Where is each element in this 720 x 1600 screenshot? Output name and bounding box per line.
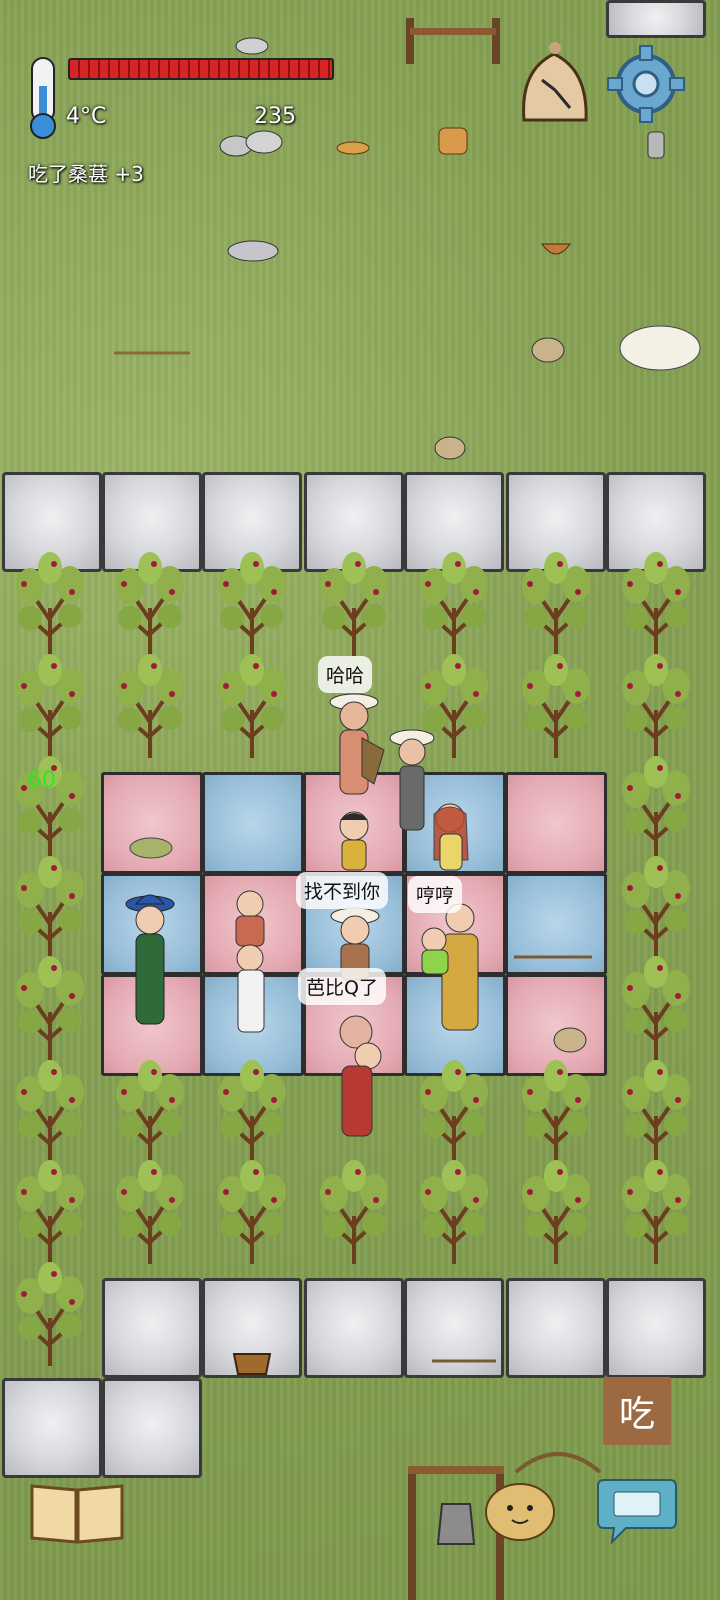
speech-bubble: 哼哼 — [408, 876, 463, 913]
game-world[interactable]: 哈哈 找不到你 哼哼 芭比Q了 60 — [0, 0, 720, 1600]
mulberry-bush[interactable] — [10, 852, 90, 962]
banana-bush[interactable] — [110, 1056, 190, 1166]
rabbit-item[interactable] — [538, 1020, 594, 1060]
speech-bubble: 找不到你 — [296, 872, 389, 909]
stone-wall-tile — [304, 1278, 404, 1378]
long-stick-item[interactable] — [112, 348, 192, 358]
health-bar — [68, 58, 334, 80]
temperature-label: 4°C — [66, 104, 107, 129]
woven-basket-item[interactable] — [230, 1346, 274, 1376]
stone-wall-tile — [102, 1378, 202, 1478]
mulberry-bush[interactable] — [616, 650, 696, 760]
rabbit-item[interactable] — [528, 330, 570, 366]
mulberry-bush[interactable] — [10, 548, 90, 658]
banana-bush[interactable] — [10, 1258, 90, 1368]
food-counter: 235 — [254, 104, 296, 129]
villager-pair[interactable] — [226, 886, 276, 1036]
banana-bush[interactable] — [212, 1156, 292, 1266]
flat-rock-item[interactable] — [226, 238, 280, 264]
mulberry-bush[interactable] — [616, 548, 696, 658]
stone-wall-tile — [506, 1278, 606, 1378]
banana-bush[interactable] — [110, 1156, 190, 1266]
last-action-message: 吃了桑葚 +3 — [28, 162, 144, 186]
mulberry-bush[interactable] — [616, 952, 696, 1062]
stone-wall-tile — [606, 1278, 706, 1378]
villager[interactable] — [424, 800, 478, 874]
banana-bush[interactable] — [414, 1156, 494, 1266]
stone-wall-tile — [102, 1278, 202, 1378]
mulberry-bush[interactable] — [212, 548, 292, 658]
banana-bush[interactable] — [516, 1156, 596, 1266]
mulberry-bush[interactable] — [10, 650, 90, 760]
book-icon[interactable] — [28, 1478, 126, 1546]
mulberry-bush[interactable] — [414, 548, 494, 658]
banana-bush[interactable] — [212, 1056, 292, 1166]
mulberry-bush[interactable] — [516, 548, 596, 658]
stacked-bowls-item[interactable] — [436, 124, 470, 158]
villager-carrying-baby[interactable] — [412, 894, 490, 1040]
mulberry-bush[interactable] — [212, 650, 292, 760]
villager-child[interactable] — [330, 808, 378, 872]
bow-item[interactable] — [512, 1446, 604, 1476]
villager[interactable] — [326, 1010, 386, 1140]
food-pile-item[interactable] — [128, 834, 174, 860]
keyboard-icon[interactable] — [596, 1474, 678, 1546]
banana-bush[interactable] — [10, 1156, 90, 1266]
mulberry-bush[interactable] — [616, 852, 696, 962]
clay-bowl-item[interactable] — [540, 238, 572, 260]
mulberry-bush[interactable] — [516, 650, 596, 760]
stone-wall-tile — [606, 0, 706, 38]
banana-bush[interactable] — [516, 1056, 596, 1166]
compass-icon[interactable] — [514, 40, 596, 124]
rabbit-item[interactable] — [430, 430, 470, 462]
banana-bush[interactable] — [414, 1056, 494, 1166]
stone-pile-item[interactable] — [218, 126, 286, 160]
gear-icon[interactable] — [606, 44, 686, 124]
floor-tile[interactable] — [202, 772, 304, 874]
flatbread-item[interactable] — [336, 140, 370, 156]
mulberry-bush[interactable] — [110, 650, 190, 760]
potato-emote-icon[interactable] — [482, 1480, 558, 1544]
banana-bush[interactable] — [314, 1156, 394, 1266]
arrow-item[interactable] — [512, 950, 596, 964]
floor-tile[interactable] — [505, 772, 607, 874]
speech-bubble: 哈哈 — [318, 656, 373, 693]
lantern-icon — [647, 131, 665, 159]
player-character[interactable] — [322, 690, 386, 802]
speech-bubble: 芭比Q了 — [298, 968, 386, 1005]
bell-icon — [436, 1503, 476, 1545]
flint-stone-item[interactable] — [234, 36, 270, 56]
banana-bush[interactable] — [616, 1056, 696, 1166]
yum-counter: 60 — [28, 768, 56, 793]
mulberry-bush[interactable] — [314, 548, 394, 658]
mulberry-bush[interactable] — [110, 548, 190, 658]
thermometer-icon[interactable] — [26, 56, 60, 142]
eat-button[interactable]: 吃 — [603, 1377, 671, 1445]
sheep-fleece-item[interactable] — [618, 324, 702, 372]
villager-with-hat[interactable] — [122, 890, 178, 1040]
wooden-fence-gate[interactable] — [400, 14, 510, 66]
banana-bush[interactable] — [10, 1056, 90, 1166]
arrow-item[interactable] — [430, 1354, 498, 1368]
stone-wall-tile — [2, 1378, 102, 1478]
mulberry-bush[interactable] — [616, 752, 696, 862]
banana-bush[interactable] — [616, 1156, 696, 1266]
mulberry-bush[interactable] — [10, 952, 90, 1062]
